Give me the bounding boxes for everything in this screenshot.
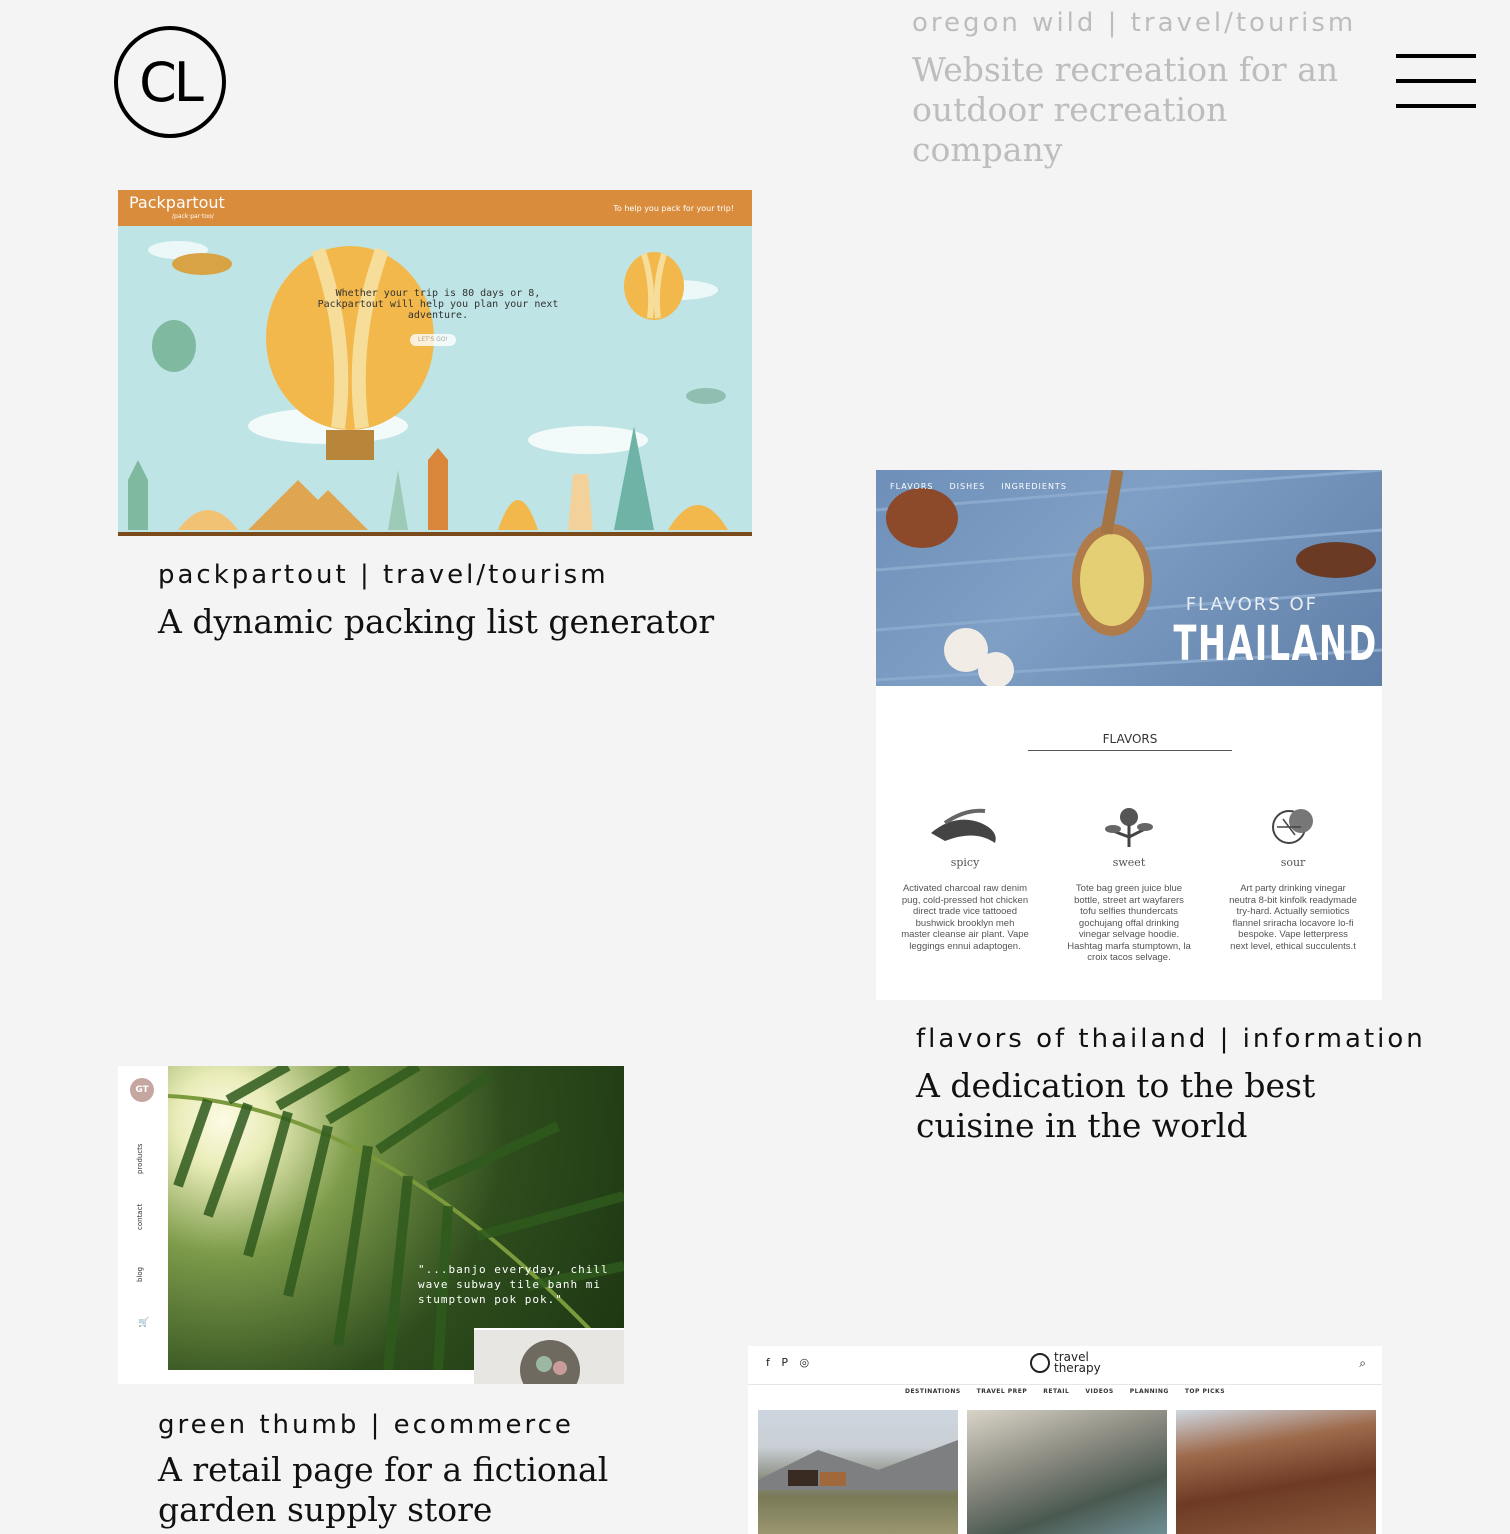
project-thumbnail-travel-therapy[interactable]: f P ◎ travel therapy ⌕ DESTINATIONS TRAVEL… [748, 1346, 1382, 1534]
flower-icon [1065, 800, 1193, 852]
flavor-column-spicy: spicy Activated charcoal raw denim pug, … [901, 800, 1029, 952]
preview-social-icons: f P ◎ [766, 1356, 814, 1369]
project-thumbnail-packpartout[interactable]: Packpartout /pack·par·too/ To help you p… [118, 190, 752, 536]
globe-icon [1030, 1353, 1050, 1373]
project-desc-flavors-of-thailand: A dedication to the best cuisine in the … [916, 1066, 1316, 1145]
project-desc-oregon-wild: Website recreation for an outdoor recrea… [912, 50, 1339, 169]
project-thumbnail-flavors-of-thailand[interactable]: FLAVORS DISHES INGREDIENTS FLAVORS OF THAI… [876, 470, 1382, 1000]
preview-palm-photo: "...banjo everyday, chill wave subway ti… [168, 1066, 624, 1370]
site-logo[interactable]: CL [114, 26, 226, 138]
photo-canyon [1176, 1410, 1376, 1534]
project-tag-packpartout[interactable]: packpartout | travel/tourism [158, 560, 609, 590]
preview-logo: travel therapy [1030, 1351, 1101, 1374]
search-icon: ⌕ [1359, 1356, 1366, 1370]
preview-quote: "...banjo everyday, chill wave subway ti… [418, 1263, 609, 1306]
preview-main-nav: DESTINATIONS TRAVEL PREP RETAIL VIDEOS PLANN… [904, 1388, 1226, 1395]
succulent-thumbnail [474, 1328, 624, 1384]
flavor-column-sour: sour Art party drinking vinegar neutra 8… [1229, 800, 1357, 952]
photo-horses [758, 1410, 958, 1534]
cart-icon: 🛒 [138, 1318, 150, 1328]
hamburger-menu-icon[interactable] [1396, 54, 1476, 112]
preview-hero-text: Whether your trip is 80 days or 8, Packp… [317, 288, 559, 321]
project-tag-oregon-wild: oregon wild | travel/tourism [912, 8, 1357, 38]
preview-cta-button: LET'S GO! [410, 334, 456, 346]
balloon-illustration [128, 241, 728, 530]
preview-topbar: f P ◎ travel therapy ⌕ [748, 1346, 1382, 1385]
project-desc-packpartout: A dynamic packing list generator [158, 602, 715, 641]
preview-sidebar: GT products contact blog 🛒 [118, 1066, 168, 1384]
project-tag-flavors-of-thailand[interactable]: flavors of thailand | information [916, 1024, 1426, 1054]
preview-logo-badge: GT [130, 1078, 154, 1102]
project-tag-green-thumb[interactable]: green thumb | ecommerce [158, 1410, 574, 1440]
photo-cliffs [967, 1410, 1167, 1534]
lime-icon [1229, 800, 1357, 852]
preview-title-small: FLAVORS OF [1185, 594, 1318, 615]
preview-section-title: FLAVORS [1028, 732, 1232, 751]
project-thumbnail-green-thumb[interactable]: GT products contact blog 🛒 "...banjo eve… [118, 1066, 624, 1384]
preview-nav: FLAVORS DISHES INGREDIENTS [890, 482, 1067, 491]
preview-title-big: THAILAND [1173, 616, 1378, 672]
flavor-column-sweet: sweet Tote bag green juice blue bottle, … [1065, 800, 1193, 964]
project-desc-green-thumb: A retail page for a fictional garden sup… [158, 1450, 609, 1529]
preview-hero-photo: FLAVORS DISHES INGREDIENTS FLAVORS OF THAI… [876, 470, 1382, 686]
chili-icon [901, 800, 1029, 852]
